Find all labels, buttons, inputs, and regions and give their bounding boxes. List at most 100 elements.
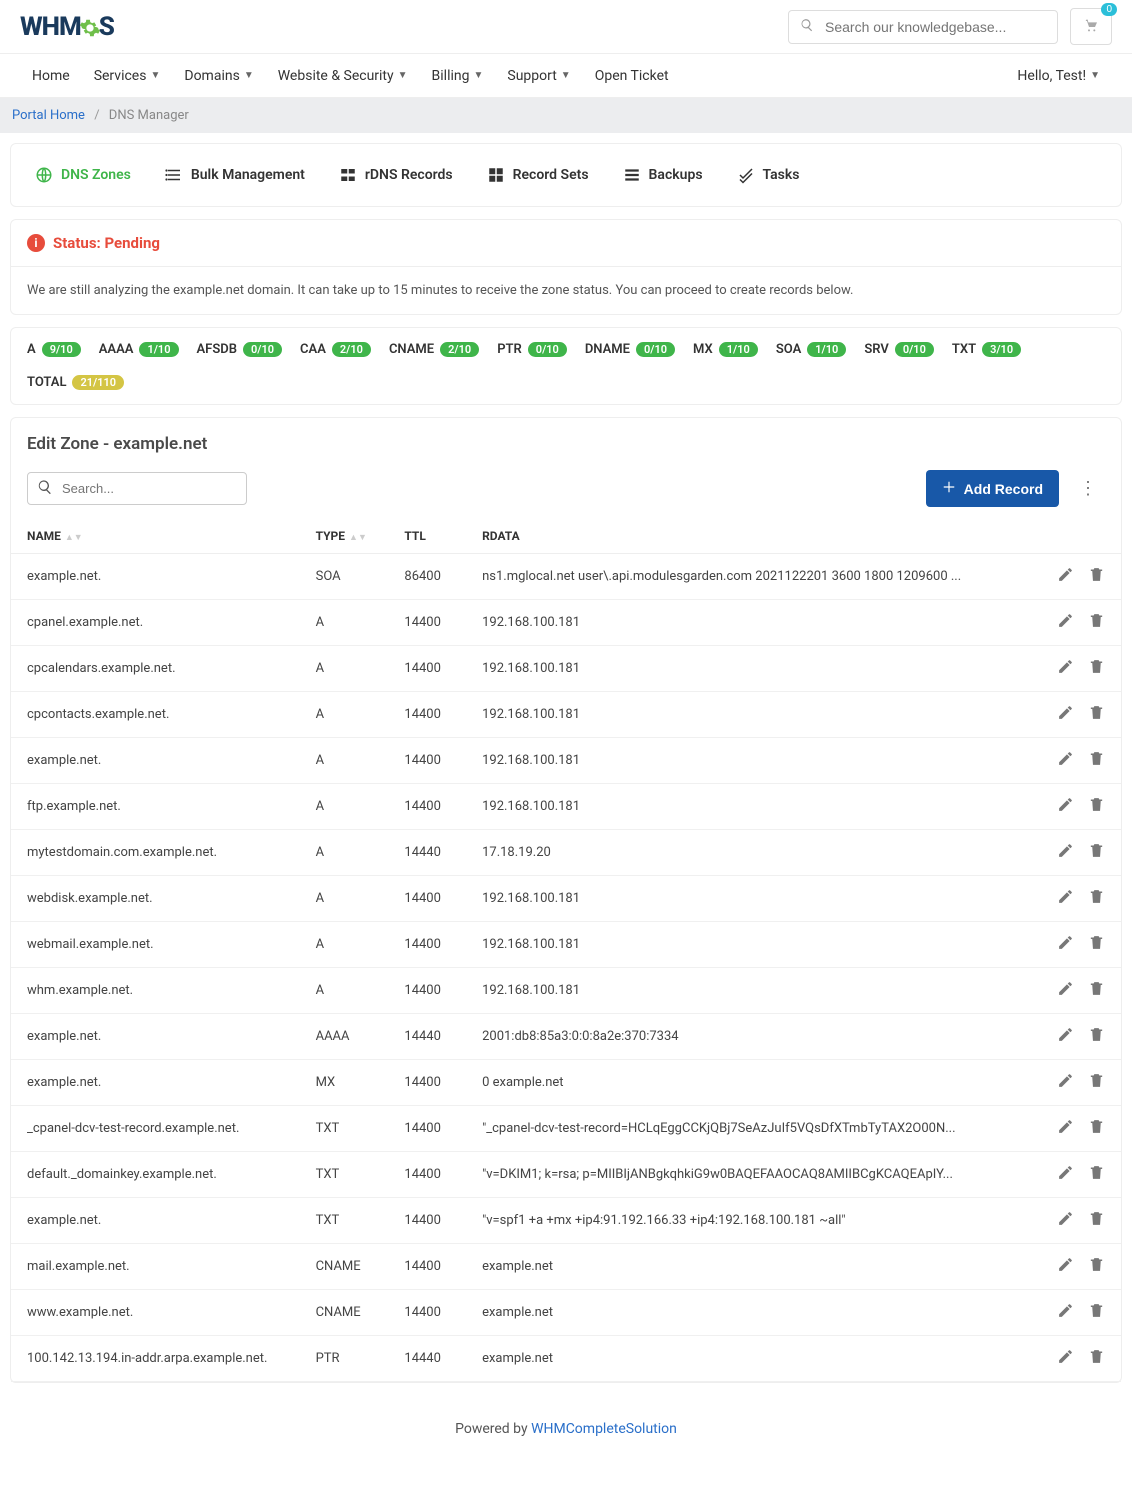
edit-button[interactable]: [1057, 1026, 1074, 1047]
cell-ttl: 14400: [388, 968, 466, 1014]
tab-backups[interactable]: Backups: [609, 158, 717, 192]
edit-button[interactable]: [1057, 888, 1074, 909]
section-title: Edit Zone - example.net: [11, 418, 1121, 470]
table-row: example.net.TXT14400"v=spf1 +a +mx +ip4:…: [11, 1198, 1121, 1244]
delete-button[interactable]: [1088, 842, 1105, 863]
nav-services[interactable]: Services▼: [82, 68, 173, 84]
cell-ttl: 14400: [388, 922, 466, 968]
logo-text-pre: WHM: [20, 12, 81, 42]
delete-button[interactable]: [1088, 1026, 1105, 1047]
tab-icon: [737, 166, 755, 184]
footer-prefix: Powered by: [455, 1421, 531, 1437]
edit-button[interactable]: [1057, 934, 1074, 955]
delete-button[interactable]: [1088, 796, 1105, 817]
cell-ttl: 14400: [388, 646, 466, 692]
nav-greeting[interactable]: Hello, Test!▼: [1005, 68, 1112, 84]
count-txt: TXT3/10: [952, 342, 1021, 357]
footer-link[interactable]: WHMCompleteSolution: [531, 1421, 677, 1437]
cell-type: A: [300, 738, 389, 784]
table-row: www.example.net.CNAME14400example.net: [11, 1290, 1121, 1336]
cell-rdata: example.net: [466, 1336, 1021, 1382]
cell-ttl: 14400: [388, 1290, 466, 1336]
edit-button[interactable]: [1057, 1118, 1074, 1139]
tab-rdns-records[interactable]: rDNS Records: [325, 158, 467, 192]
tab-dns-zones[interactable]: DNS Zones: [21, 158, 145, 192]
delete-button[interactable]: [1088, 934, 1105, 955]
logo[interactable]: WHM S: [20, 12, 114, 42]
delete-button[interactable]: [1088, 1072, 1105, 1093]
col-rdata[interactable]: RDATA: [466, 519, 1021, 554]
tabs-row: DNS ZonesBulk ManagementrDNS RecordsReco…: [11, 144, 1121, 206]
delete-button[interactable]: [1088, 1118, 1105, 1139]
col-actions: [1021, 519, 1121, 554]
nav-open-ticket[interactable]: Open Ticket: [583, 68, 681, 84]
info-icon: i: [27, 234, 45, 252]
edit-button[interactable]: [1057, 566, 1074, 587]
tab-record-sets[interactable]: Record Sets: [473, 158, 603, 192]
count-ptr: PTR0/10: [497, 342, 567, 357]
sort-icon: ▲▼: [349, 533, 367, 543]
add-record-button[interactable]: Add Record: [926, 470, 1059, 507]
delete-button[interactable]: [1088, 980, 1105, 1001]
edit-button[interactable]: [1057, 750, 1074, 771]
caret-icon: ▼: [244, 70, 254, 81]
edit-button[interactable]: [1057, 1302, 1074, 1323]
count-srv: SRV0/10: [864, 342, 934, 357]
cell-ttl: 14400: [388, 600, 466, 646]
count-pill: 1/10: [807, 342, 846, 357]
more-menu-button[interactable]: ⋮: [1071, 470, 1105, 507]
delete-button[interactable]: [1088, 1348, 1105, 1369]
edit-button[interactable]: [1057, 658, 1074, 679]
delete-button[interactable]: [1088, 704, 1105, 725]
delete-button[interactable]: [1088, 658, 1105, 679]
kb-search-input[interactable]: [788, 10, 1058, 44]
cell-type: A: [300, 646, 389, 692]
edit-button[interactable]: [1057, 796, 1074, 817]
nav-billing[interactable]: Billing▼: [420, 68, 496, 84]
count-pill: 2/10: [332, 342, 371, 357]
edit-button[interactable]: [1057, 980, 1074, 1001]
count-aaaa: AAAA1/10: [99, 342, 179, 357]
nav-home[interactable]: Home: [20, 68, 82, 84]
edit-button[interactable]: [1057, 1348, 1074, 1369]
nav-domains[interactable]: Domains▼: [172, 68, 265, 84]
delete-button[interactable]: [1088, 1210, 1105, 1231]
delete-button[interactable]: [1088, 612, 1105, 633]
edit-button[interactable]: [1057, 1210, 1074, 1231]
add-record-label: Add Record: [964, 481, 1043, 497]
edit-button[interactable]: [1057, 842, 1074, 863]
edit-button[interactable]: [1057, 1164, 1074, 1185]
edit-button[interactable]: [1057, 612, 1074, 633]
cart-button[interactable]: 0: [1070, 8, 1112, 45]
edit-button[interactable]: [1057, 1072, 1074, 1093]
cell-name: webdisk.example.net.: [11, 876, 300, 922]
delete-button[interactable]: [1088, 750, 1105, 771]
cell-ttl: 86400: [388, 554, 466, 600]
navbar: Home Services▼ Domains▼ Website & Securi…: [0, 54, 1132, 98]
counts-row: A9/10AAAA1/10AFSDB0/10CAA2/10CNAME2/10PT…: [11, 328, 1121, 404]
caret-icon: ▼: [398, 70, 408, 81]
count-pill: 2/10: [440, 342, 479, 357]
nav-support[interactable]: Support▼: [495, 68, 582, 84]
delete-button[interactable]: [1088, 1256, 1105, 1277]
delete-button[interactable]: [1088, 566, 1105, 587]
caret-icon: ▼: [561, 70, 571, 81]
nav-website-security[interactable]: Website & Security▼: [266, 68, 420, 84]
table-search-input[interactable]: [27, 472, 247, 505]
edit-button[interactable]: [1057, 1256, 1074, 1277]
breadcrumb-home[interactable]: Portal Home: [12, 108, 85, 123]
edit-button[interactable]: [1057, 704, 1074, 725]
delete-button[interactable]: [1088, 1302, 1105, 1323]
count-label: A: [27, 342, 36, 357]
count-cname: CNAME2/10: [389, 342, 479, 357]
count-label: PTR: [497, 342, 522, 357]
tab-bulk-management[interactable]: Bulk Management: [151, 158, 319, 192]
col-type[interactable]: TYPE▲▼: [300, 519, 389, 554]
delete-button[interactable]: [1088, 888, 1105, 909]
col-ttl[interactable]: TTL: [388, 519, 466, 554]
delete-button[interactable]: [1088, 1164, 1105, 1185]
col-name[interactable]: NAME▲▼: [11, 519, 300, 554]
tab-tasks[interactable]: Tasks: [723, 158, 814, 192]
cell-type: A: [300, 692, 389, 738]
cell-name: whm.example.net.: [11, 968, 300, 1014]
